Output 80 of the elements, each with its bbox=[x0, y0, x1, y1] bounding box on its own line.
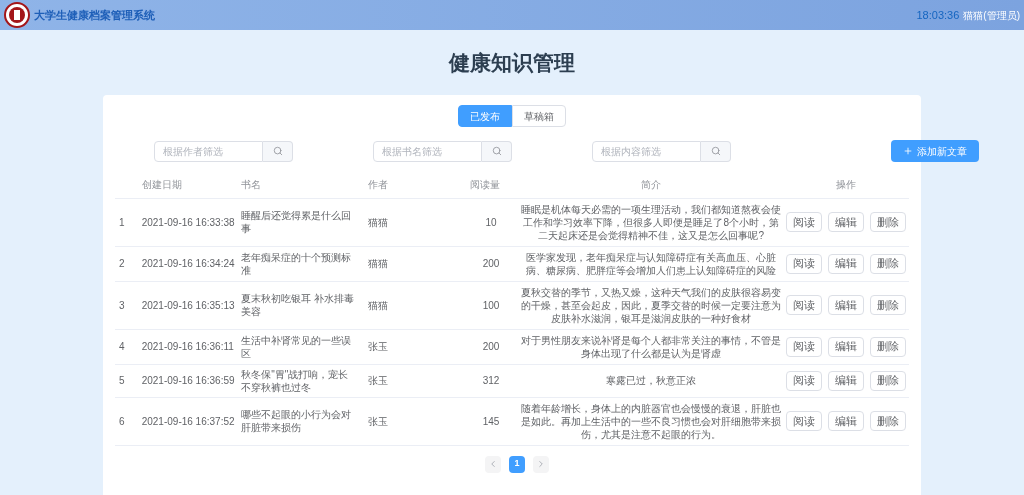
tab[interactable]: 草稿箱 bbox=[512, 105, 566, 127]
filter-field[interactable]: 根据作者筛选 bbox=[154, 140, 263, 162]
search-icon bbox=[710, 146, 721, 156]
reads-cell: 100 bbox=[482, 299, 500, 311]
reads-cell: 145 bbox=[482, 415, 500, 427]
next-page-button[interactable] bbox=[533, 455, 549, 473]
action-button[interactable]: 删除 bbox=[869, 336, 906, 357]
row-index: 5 bbox=[119, 375, 125, 386]
action-button[interactable]: 删除 bbox=[869, 295, 906, 315]
action-button[interactable]: 阅读 bbox=[785, 411, 822, 431]
action-button[interactable]: 删除 bbox=[869, 212, 906, 232]
row-index: 4 bbox=[119, 341, 125, 352]
date-cell: 2021-09-16 16:35:13 bbox=[141, 299, 235, 311]
summary-cell: 随着年龄增长，身体上的内脏器官也会慢慢的衰退，肝脏也是如此。再加上生活中的一些不良习惯也会对肝细胞带来损伤，尤其是注意不起眼的行为。 bbox=[521, 402, 782, 440]
summary-cell: 夏秋交替的季节，又热又燥，这种天气我们的皮肤很容易变的干燥，甚至会起皮，因此，夏季交替的时候一定要注意为皮肤补水滋润，银耳是滋润皮肤的一种好食材 bbox=[521, 286, 782, 324]
reads-cell: 312 bbox=[482, 375, 500, 386]
title-cell: 老年痴呆症的十个预测标准 bbox=[241, 251, 352, 276]
prev-page-button[interactable] bbox=[485, 455, 501, 473]
action-button[interactable]: 编辑 bbox=[827, 411, 864, 431]
clock-time: 18:03:36 bbox=[916, 7, 960, 23]
reads-cell: 200 bbox=[482, 258, 500, 269]
author-cell: 猫猫 bbox=[368, 216, 389, 228]
action-button[interactable]: 编辑 bbox=[827, 295, 864, 315]
chevron-left-icon bbox=[488, 459, 498, 469]
user-name: 猫猫(管理员) bbox=[963, 8, 1020, 23]
action-button[interactable]: 编辑 bbox=[827, 212, 864, 232]
action-button[interactable]: 删除 bbox=[869, 253, 906, 274]
column-header: 创建日期 bbox=[141, 179, 182, 191]
author-cell: 张玉 bbox=[368, 341, 389, 352]
column-header: 作者 bbox=[368, 179, 389, 191]
action-button[interactable]: 阅读 bbox=[785, 295, 822, 315]
title-cell: 夏末秋初吃银耳 补水排毒美容 bbox=[241, 293, 354, 317]
row-index: 6 bbox=[119, 415, 125, 427]
reads-cell: 200 bbox=[482, 341, 500, 352]
action-button[interactable]: 阅读 bbox=[785, 336, 822, 357]
title-cell: 生活中补肾常见的一些误区 bbox=[241, 334, 352, 359]
search-button[interactable] bbox=[482, 140, 512, 162]
title-cell: 秋冬保"胃"战打响，宠长不穿秋裤也过冬 bbox=[241, 368, 349, 393]
column-header: 操作 bbox=[835, 179, 856, 191]
row-index: 3 bbox=[119, 299, 125, 311]
author-cell: 猫猫 bbox=[368, 299, 389, 311]
system-title: 大学生健康档案管理系统 bbox=[34, 7, 155, 23]
column-header: 简介 bbox=[641, 179, 662, 191]
chevron-right-icon bbox=[536, 459, 546, 469]
author-cell: 张玉 bbox=[368, 375, 389, 386]
summary-cell: 医学家发现，老年痴呆症与认知障碍症有关高血压、心脏病、糖尿病、肥胖症等会增加人们患上认知障碍症的风险 bbox=[526, 251, 777, 276]
title-cell: 睡醒后还觉得累是什么回事 bbox=[241, 210, 352, 234]
date-cell: 2021-09-16 16:36:11 bbox=[141, 341, 234, 352]
action-button[interactable]: 阅读 bbox=[785, 212, 822, 232]
column-header: 书名 bbox=[241, 179, 262, 191]
action-button[interactable]: 阅读 bbox=[785, 370, 822, 391]
search-icon bbox=[491, 146, 502, 156]
column-header: 阅读量 bbox=[469, 179, 500, 191]
search-icon bbox=[272, 146, 283, 156]
action-button[interactable]: 编辑 bbox=[827, 336, 864, 357]
row-index: 2 bbox=[119, 258, 125, 269]
date-cell: 2021-09-16 16:37:52 bbox=[141, 415, 235, 427]
title-cell: 哪些不起眼的小行为会对肝脏带来损伤 bbox=[241, 409, 352, 433]
author-cell: 猫猫 bbox=[368, 258, 389, 269]
action-button[interactable]: 编辑 bbox=[827, 253, 864, 274]
date-cell: 2021-09-16 16:34:24 bbox=[141, 258, 235, 269]
date-cell: 2021-09-16 16:36:59 bbox=[141, 375, 235, 386]
date-cell: 2021-09-16 16:33:38 bbox=[141, 216, 235, 228]
row-index: 1 bbox=[119, 216, 125, 228]
filter-field[interactable]: 根据书名筛选 bbox=[373, 140, 482, 162]
search-button[interactable] bbox=[701, 140, 731, 162]
search-button[interactable] bbox=[263, 140, 293, 162]
action-button[interactable]: 删除 bbox=[869, 411, 906, 431]
page-title: 健康知识管理 bbox=[449, 52, 575, 73]
action-button[interactable]: 阅读 bbox=[785, 253, 822, 274]
summary-cell: 寒露已过，秋意正浓 bbox=[606, 375, 697, 386]
action-button[interactable]: 删除 bbox=[869, 370, 906, 391]
summary-cell: 对于男性朋友来说补肾是每个人都非常关注的事情，不管是身体出现了什么都是认为是肾虚 bbox=[521, 334, 782, 359]
summary-cell: 睡眠是机体每天必需的一项生理活动，我们都知道熬夜会使工作和学习效率下降，但很多人即便是睡足了8个小时，第二天起床还是会觉得精神不佳，这又是怎么回事呢? bbox=[521, 203, 782, 241]
action-button[interactable]: 编辑 bbox=[827, 370, 864, 391]
emblem-logo bbox=[4, 2, 30, 28]
reads-cell: 10 bbox=[485, 216, 497, 228]
filter-field[interactable]: 根据内容筛选 bbox=[592, 140, 701, 162]
plus-icon bbox=[903, 146, 913, 156]
author-cell: 张玉 bbox=[368, 415, 389, 427]
